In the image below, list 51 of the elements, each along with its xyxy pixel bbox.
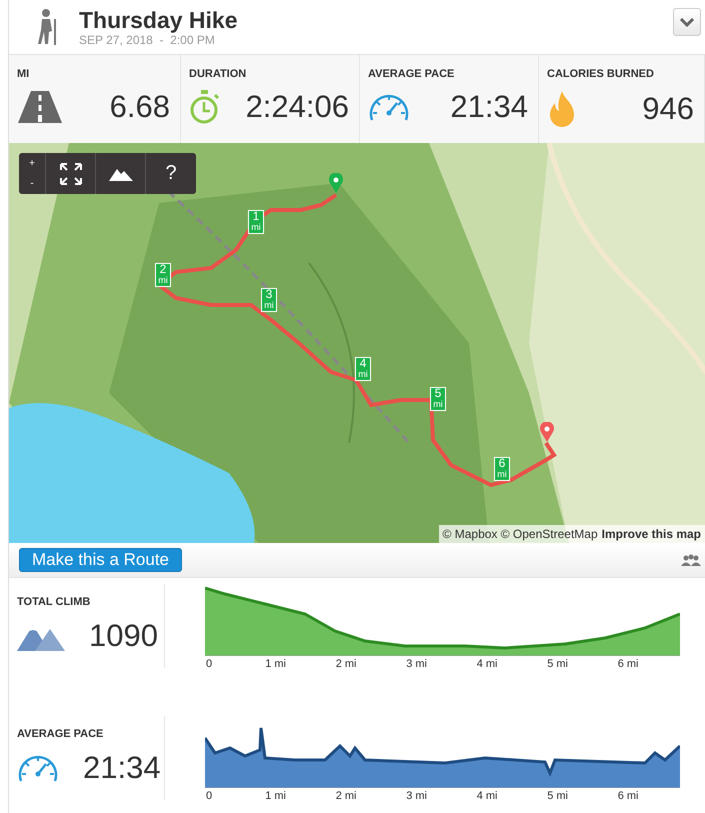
axis-label: 1 mi (265, 658, 286, 670)
dropdown-button[interactable] (673, 8, 701, 36)
chevron-down-icon (680, 18, 694, 26)
improve-map-link[interactable]: Improve this map (602, 527, 701, 541)
mile-marker: 1 mi (248, 210, 264, 234)
end-pin-icon (540, 422, 554, 442)
axis-label: 4 mi (476, 790, 498, 802)
axis-label: 5 mi (547, 790, 568, 802)
axis-label: 5 mi (547, 658, 568, 670)
hiker-icon (37, 9, 59, 45)
chart-value: 1090 (89, 618, 158, 654)
map-attribution: © Mapbox © OpenStreetMap (442, 527, 598, 541)
zoom-in-button[interactable]: + (19, 153, 45, 174)
axis-label: 4 mi (476, 658, 498, 670)
flame-icon (547, 89, 577, 129)
axis-label: 0 (206, 658, 212, 670)
mile-marker: 3 mi (261, 288, 277, 312)
mile-marker: 4 mi (355, 357, 371, 381)
chart-value: 21:34 (83, 750, 161, 786)
axis-label: 1 mi (265, 790, 286, 802)
stat-value: 2:24:06 (246, 89, 349, 125)
axis-label: 2 mi (336, 658, 356, 670)
activity-title: Thursday Hike (79, 7, 238, 33)
axis-label: 0 (206, 790, 212, 802)
stat-label: AVERAGE PACE (368, 68, 456, 80)
stopwatch-icon (189, 89, 221, 125)
axis-label: 6 mi (618, 790, 638, 802)
axis-label: 3 mi (406, 790, 427, 802)
chart-label: TOTAL CLIMB (17, 596, 92, 608)
mile-marker: 2 mi (155, 263, 171, 287)
stat-label: DURATION (189, 68, 248, 80)
stat-value: 946 (642, 91, 694, 127)
mountain-icon (108, 166, 132, 180)
start-pin-icon (329, 173, 343, 193)
axis-label: 2 mi (336, 790, 356, 802)
chart-label: AVERAGE PACE (17, 728, 104, 740)
axis-label: 6 mi (618, 658, 638, 670)
axis-label: 3 mi (406, 658, 427, 670)
make-route-button[interactable]: Make this a Route (19, 548, 182, 572)
mile-marker: 5 mi (430, 387, 446, 411)
road-icon (17, 89, 63, 125)
people-icon[interactable] (681, 554, 701, 566)
stat-label: CALORIES BURNED (547, 68, 655, 80)
stat-label: MI (17, 68, 30, 80)
stat-value: 6.68 (110, 89, 170, 125)
help-button[interactable]: ? (146, 153, 196, 194)
expand-icon (60, 162, 82, 184)
mile-marker: 6 mi (494, 457, 510, 481)
stat-value: 21:34 (450, 89, 528, 125)
activity-date: SEP 27, 2018 - 2:00 PM (79, 33, 216, 47)
zoom-out-button[interactable]: - (19, 174, 45, 194)
